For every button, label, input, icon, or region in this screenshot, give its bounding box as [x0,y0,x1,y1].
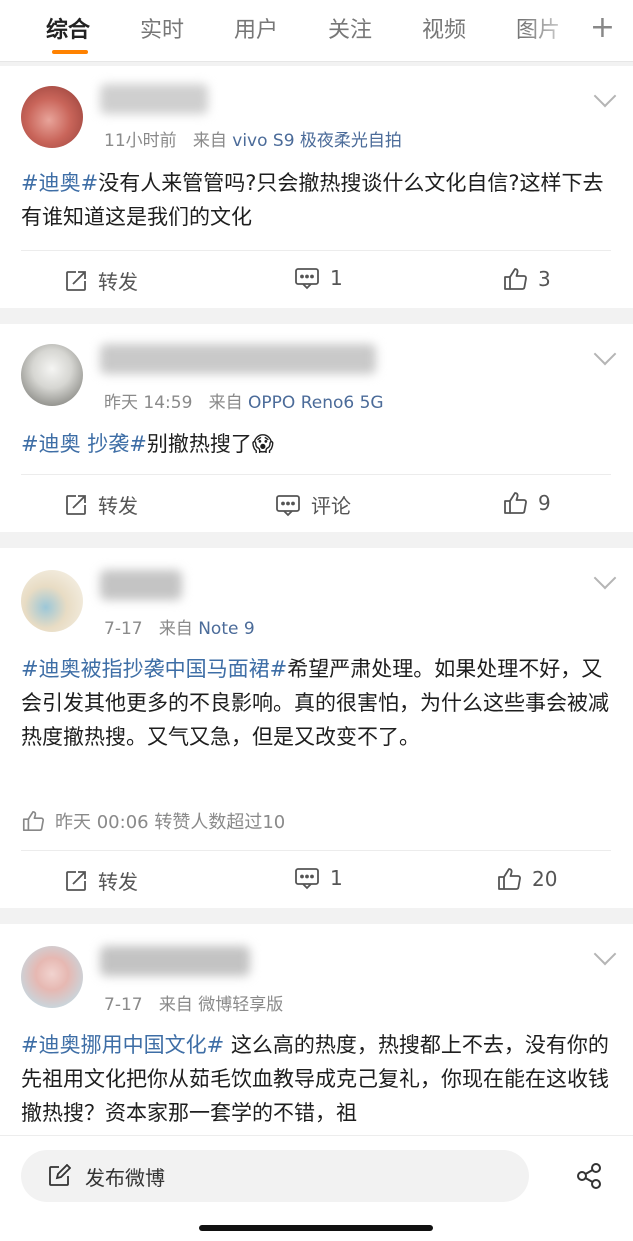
post-text: #迪奥被指抄袭中国马面裙#希望严肃处理。如果处理不好，又会引发其他更多的不良影响… [21,652,611,754]
plus-icon[interactable]: + [590,8,615,48]
avatar[interactable] [21,946,83,1008]
repost-label: 转发 [98,870,138,894]
post-text: #迪奥#没有人来管管吗?只会撤热搜谈什么文化自信?这样下去有谁知道这是我们的文化 [21,166,611,234]
hashtag-link[interactable]: #迪奥挪用中国文化# [21,1033,224,1057]
comment-icon [295,268,319,290]
divider [21,850,611,851]
source-prefix: 来自 [158,995,193,1015]
comment-icon [295,868,319,890]
repost-label: 转发 [98,270,138,294]
avatar[interactable] [21,86,83,148]
username-blurred[interactable] [100,570,182,600]
repost-icon [66,870,86,891]
username-blurred[interactable] [100,946,250,976]
avatar[interactable] [21,344,83,406]
hashtag-link[interactable]: #迪奥# [21,171,98,195]
comment-label: 评论 [311,494,351,518]
post-time: 11小时前 [104,131,177,151]
thumbs-up-icon [22,810,44,832]
post-source[interactable]: vivo S9 极夜柔光自拍 [232,131,402,151]
tab-video[interactable]: 视频 [422,12,466,44]
post-card: 11小时前 来自 vivo S9 极夜柔光自拍 #迪奥#没有人来管管吗?只会撤热… [0,66,633,308]
post-meta: 7-17 来自 微博轻享版 [104,990,283,1015]
comment-button[interactable]: 1 [294,266,343,290]
edit-icon [49,1164,71,1186]
divider [21,250,611,251]
post-meta: 昨天 14:59 来自 OPPO Reno6 5G [104,388,384,413]
post-card: 昨天 14:59 来自 OPPO Reno6 5G #迪奥 抄袭#别撤热搜了😱 … [0,324,633,532]
tab-users[interactable]: 用户 [234,12,278,44]
comment-icon [276,494,300,516]
like-count: 3 [538,267,551,291]
like-button[interactable]: 3 [502,266,551,292]
username-blurred[interactable] [100,344,376,374]
post-meta: 11小时前 来自 vivo S9 极夜柔光自拍 [104,126,402,151]
post-card: 7-17 来自 Note 9 #迪奥被指抄袭中国马面裙#希望严肃处理。如果处理不… [0,548,633,908]
share-icon[interactable] [575,1162,603,1190]
avatar[interactable] [21,570,83,632]
tab-following[interactable]: 关注 [328,12,372,44]
tab-bar: 综合 实时 用户 关注 视频 图片 + [0,0,633,62]
hashtag-link[interactable]: #迪奥 抄袭# [21,432,147,456]
hashtag-link[interactable]: #迪奥被指抄袭中国马面裙# [21,657,287,681]
thumbs-up-icon [504,268,527,290]
bottom-bar: 发布微博 [0,1135,633,1241]
like-button[interactable]: 20 [496,866,557,892]
post-source[interactable]: Note 9 [198,619,254,639]
repost-button[interactable]: 转发 [64,866,138,895]
post-time: 7-17 [104,619,143,639]
thumbs-up-icon [504,492,527,514]
compose-button[interactable]: 发布微博 [21,1150,529,1202]
post-time: 昨天 14:59 [104,393,193,413]
repost-icon [66,494,86,515]
scream-emoji: 😱 [251,432,274,456]
comment-button[interactable]: 1 [294,866,343,890]
post-source[interactable]: 微博轻享版 [198,995,283,1015]
chevron-down-icon[interactable] [593,566,617,590]
source-prefix: 来自 [192,131,227,151]
repost-label: 转发 [98,494,138,518]
post-card: 7-17 来自 微博轻享版 #迪奥挪用中国文化# 这么高的热度，热搜都上不去，没… [0,924,633,1135]
home-indicator [199,1225,433,1231]
active-tab-indicator [52,50,88,54]
comment-label: 1 [330,866,343,890]
like-count: 9 [538,491,551,515]
repost-button[interactable]: 转发 [64,490,138,519]
post-meta: 7-17 来自 Note 9 [104,614,255,639]
liked-info-text: 昨天 00:06 转赞人数超过10 [55,812,286,833]
chevron-down-icon[interactable] [593,942,617,966]
tab-realtime[interactable]: 实时 [140,12,184,44]
comment-button[interactable]: 评论 [275,490,351,519]
source-prefix: 来自 [208,393,243,413]
source-prefix: 来自 [158,619,193,639]
liked-info: 昨天 00:06 转赞人数超过10 [21,808,285,834]
compose-label: 发布微博 [85,1165,165,1190]
post-content: 别撤热搜了 [146,432,252,456]
chevron-down-icon[interactable] [593,84,617,108]
post-content: 没有人来管管吗?只会撤热搜谈什么文化自信?这样下去有谁知道这是我们的文化 [21,171,604,229]
post-text: #迪奥挪用中国文化# 这么高的热度，热搜都上不去，没有你的先祖用文化把你从茹毛饮… [21,1028,611,1130]
post-time: 7-17 [104,995,143,1015]
comment-label: 1 [330,266,343,290]
repost-icon [66,270,86,291]
chevron-down-icon[interactable] [593,342,617,366]
thumbs-up-icon [498,868,521,890]
username-blurred[interactable] [100,84,208,114]
tab-overflow-fade [523,0,583,60]
repost-button[interactable]: 转发 [64,266,138,295]
post-source[interactable]: OPPO Reno6 5G [248,393,384,413]
weibo-search-results: 综合 实时 用户 关注 视频 图片 + 11小时前 来自 vivo S9 极夜柔… [0,0,633,1241]
like-count: 20 [532,867,558,891]
post-text: #迪奥 抄袭#别撤热搜了😱 [21,427,611,461]
tab-comprehensive[interactable]: 综合 [46,12,90,44]
like-button[interactable]: 9 [502,490,551,516]
divider [21,474,611,475]
